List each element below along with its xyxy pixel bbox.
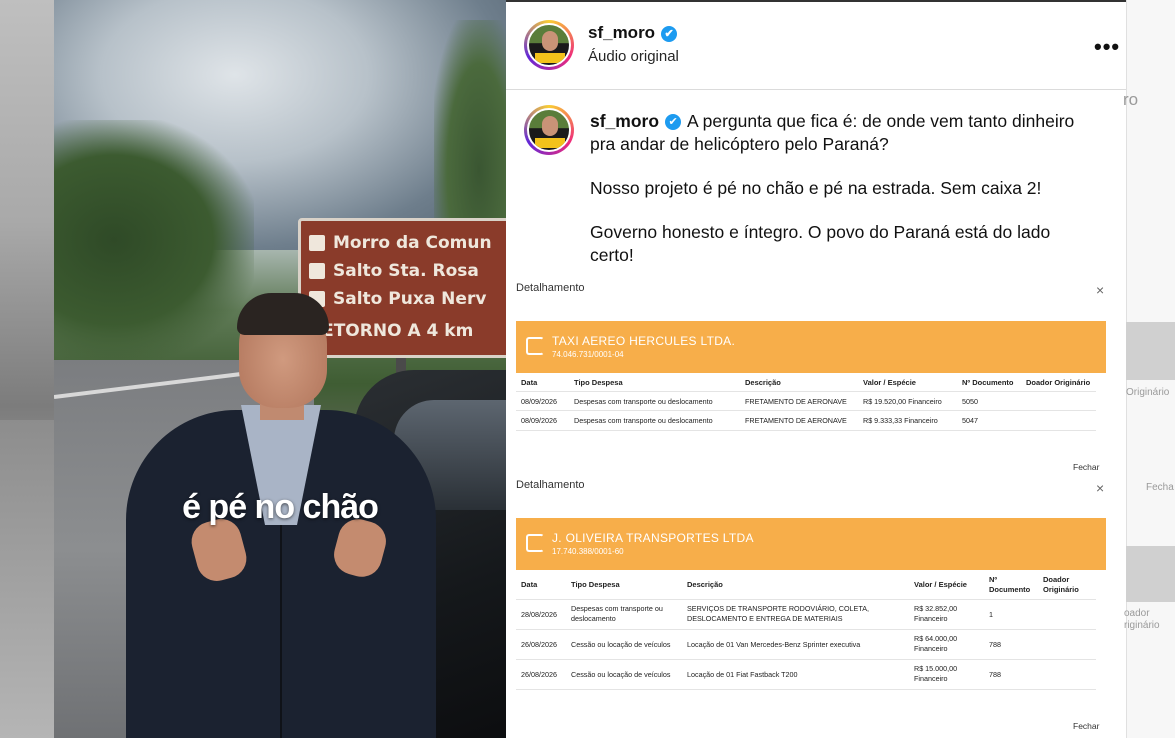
post-header: sf_moro ✔ Áudio original ••• <box>506 0 1126 90</box>
supplier-cnpj: 17.740.388/0001-60 <box>552 547 624 556</box>
table-cell: 788 <box>989 640 1001 649</box>
table-cell: 1 <box>989 610 993 619</box>
close-button[interactable]: Fechar <box>1073 462 1099 472</box>
sign-arrow-icon <box>309 263 325 279</box>
video-caption: é pé no chão <box>182 488 379 526</box>
road-sign: Morro da Comun Salto Sta. Rosa Salto Pux… <box>298 218 506 358</box>
post-caption: sf_moro ✔ A pergunta que fica é: de onde v… <box>590 111 1075 265</box>
close-icon[interactable]: × <box>1096 282 1104 298</box>
username-link[interactable]: sf_moro <box>588 23 655 42</box>
table-cell: Cessão ou locação de veículos <box>571 640 671 649</box>
table-cell: R$ 64.000,00 Financeiro <box>914 634 958 653</box>
table-cell: 26/08/2026 <box>521 640 557 649</box>
table-cell: 5050 <box>962 397 978 406</box>
table-cell: Locação de 01 Van Mercedes-Benz Sprinter… <box>687 640 861 649</box>
detail-modal: Detalhamento × J. OLIVEIRA TRANSPORTES L… <box>506 473 1118 738</box>
table-cell: R$ 19.520,00 Financeiro <box>863 397 942 406</box>
verified-icon: ✔ <box>665 114 682 131</box>
avatar[interactable] <box>524 105 574 155</box>
caption-username[interactable]: sf_moro <box>590 111 659 131</box>
close-button[interactable]: Fechar <box>1073 721 1099 731</box>
background-blur-left <box>0 0 54 738</box>
refresh-icon <box>526 534 544 552</box>
reel-video[interactable]: Morro da Comun Salto Sta. Rosa Salto Pux… <box>54 0 506 738</box>
supplier-banner: TAXI AEREO HERCULES LTDA. 74.046.731/000… <box>516 321 1106 373</box>
avatar[interactable] <box>524 20 574 70</box>
table-cell: R$ 15.000,00 Financeiro <box>914 664 958 683</box>
table-cell: Cessão ou locação de veículos <box>571 670 671 679</box>
table-cell: Despesas com transporte ou deslocamento <box>574 397 713 406</box>
table-cell: 26/08/2026 <box>521 670 557 679</box>
detail-title: Detalhamento <box>516 479 585 491</box>
expense-table: Data Tipo Despesa Descrição Valor / Espé… <box>516 573 1106 693</box>
audio-link[interactable]: Áudio original <box>588 48 679 65</box>
expense-table: Data Tipo Despesa Descrição Valor / Espé… <box>516 376 1106 436</box>
table-cell: 28/08/2026 <box>521 610 557 619</box>
table-cell: R$ 9.333,33 Financeiro <box>863 416 938 425</box>
table-cell: 08/09/2026 <box>521 416 557 425</box>
sign-arrow-icon <box>309 235 325 251</box>
supplier-name: J. OLIVEIRA TRANSPORTES LTDA <box>552 531 754 545</box>
table-cell: 08/09/2026 <box>521 397 557 406</box>
table-cell: Despesas com transporte ou deslocamento <box>574 416 713 425</box>
verified-icon: ✔ <box>661 25 678 42</box>
trees <box>54 120 254 360</box>
table-cell: Locação de 01 Fiat Fastback T200 <box>687 670 798 679</box>
supplier-banner: J. OLIVEIRA TRANSPORTES LTDA 17.740.388/… <box>516 518 1106 570</box>
more-options-icon[interactable]: ••• <box>1094 34 1120 60</box>
detail-title: Detalhamento <box>516 282 585 294</box>
supplier-name: TAXI AEREO HERCULES LTDA. <box>552 334 736 348</box>
table-cell: FRETAMENTO DE AERONAVE <box>745 397 847 406</box>
table-cell: Despesas com transporte ou deslocamento <box>571 604 663 623</box>
close-icon[interactable]: × <box>1096 480 1104 496</box>
table-cell: R$ 32.852,00 Financeiro <box>914 604 958 623</box>
table-cell: 5047 <box>962 416 978 425</box>
table-cell: 788 <box>989 670 1001 679</box>
refresh-icon <box>526 337 544 355</box>
table-cell: SERVIÇOS DE TRANSPORTE RODOVIÁRIO, COLET… <box>687 604 869 623</box>
detail-modal: Detalhamento × TAXI AEREO HERCULES LTDA.… <box>506 276 1118 478</box>
table-cell: FRETAMENTO DE AERONAVE <box>745 416 847 425</box>
supplier-cnpj: 74.046.731/0001-04 <box>552 350 624 359</box>
